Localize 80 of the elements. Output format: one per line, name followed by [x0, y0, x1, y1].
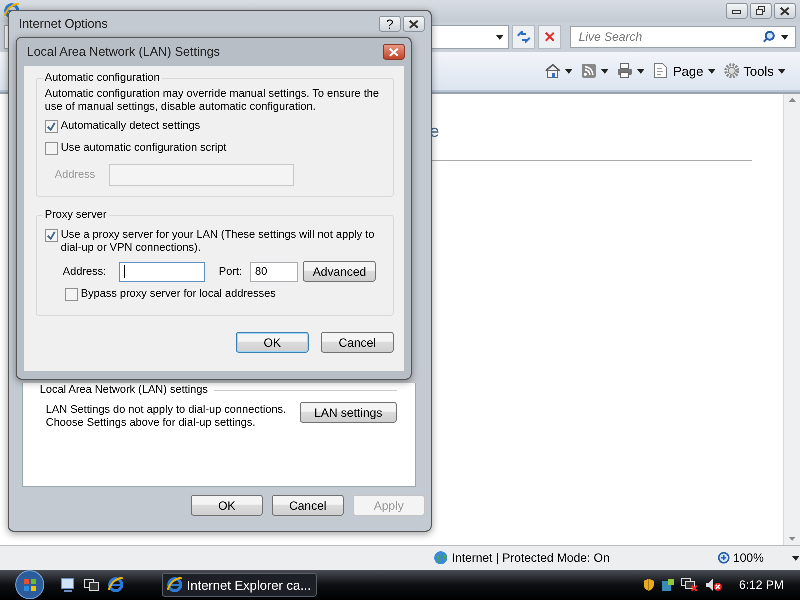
windows-icon[interactable]: [84, 577, 100, 593]
checkbox-label: Automatically detect settings: [61, 120, 200, 133]
page-menu-button[interactable]: Page: [653, 63, 716, 79]
close-button[interactable]: [383, 44, 405, 60]
taskbar-button[interactable]: Internet Explorer ca...: [162, 573, 317, 597]
refresh-button[interactable]: [512, 25, 535, 49]
close-icon: [409, 20, 419, 28]
restore-icon: [756, 6, 766, 16]
caret-icon: [778, 68, 786, 74]
checkbox[interactable]: [45, 142, 58, 155]
tools-menu-button[interactable]: Tools: [724, 63, 786, 79]
speaker-muted-icon[interactable]: [705, 578, 724, 592]
zoom-icon: [718, 552, 732, 564]
group-heading: Automatic configuration: [44, 72, 161, 84]
feed-icon: [581, 63, 598, 79]
tray-app-icon[interactable]: [661, 578, 676, 592]
zoom-button[interactable]: 100%: [718, 551, 764, 565]
dialog-title: Local Area Network (LAN) Settings: [27, 45, 220, 59]
advanced-button[interactable]: Advanced: [303, 261, 376, 282]
address-field[interactable]: [119, 262, 205, 282]
caret-icon: [565, 68, 574, 74]
scroll-up-icon[interactable]: [788, 98, 796, 102]
dialog-button[interactable]: Cancel: [272, 495, 344, 516]
field-label: Address:: [63, 266, 108, 278]
start-button-icon[interactable]: [15, 570, 45, 600]
checkbox[interactable]: [45, 229, 58, 242]
checkbox-label: Use automatic configuration script: [61, 142, 227, 155]
page-icon: [653, 63, 670, 79]
shield-icon[interactable]: [643, 578, 656, 592]
field-label: Port:: [219, 266, 242, 278]
group-heading: Local Area Network (LAN) settings: [40, 384, 208, 396]
stop-button[interactable]: [538, 25, 561, 49]
caret-icon[interactable]: [792, 556, 800, 560]
scroll-bar[interactable]: [783, 94, 800, 545]
printer-icon: [617, 63, 634, 79]
stop-icon: [544, 32, 554, 42]
search-icon: [763, 31, 775, 43]
refresh-icon: [516, 31, 530, 43]
home-icon: [545, 63, 562, 79]
dialog-button[interactable]: Cancel: [321, 332, 394, 353]
checkmark-icon: [47, 122, 56, 131]
field-label: Address: [55, 169, 96, 181]
caret-icon: [496, 34, 504, 40]
dialog-button[interactable]: OK: [236, 332, 309, 353]
group-heading: Proxy server: [44, 209, 108, 221]
caret-icon: [601, 68, 610, 74]
port-field[interactable]: 80: [250, 262, 298, 282]
minimize-button[interactable]: [726, 3, 748, 19]
search-field[interactable]: Live Search: [570, 26, 796, 48]
caret-icon: [708, 68, 716, 74]
help-button[interactable]: ?: [379, 16, 401, 32]
lan-note-text: LAN Settings do not apply to dial-up connections. Choose Settings above for dial-up settings.: [46, 404, 286, 430]
checkmark-icon: [47, 231, 56, 240]
checkbox-label: Use a proxy server for your LAN (These settings will not apply to dial-up or VPN connections).: [61, 229, 376, 255]
close-button[interactable]: [774, 3, 796, 19]
caret-icon: [637, 68, 646, 74]
gear-icon: [724, 63, 740, 79]
checkbox[interactable]: [45, 120, 58, 133]
checkbox[interactable]: [65, 288, 78, 301]
desktop-icon[interactable]: [60, 577, 76, 593]
printer-button[interactable]: [617, 63, 646, 79]
close-button[interactable]: [403, 16, 425, 32]
lan-settings-button[interactable]: LAN settings: [300, 402, 397, 423]
dialog-title: Internet Options: [19, 17, 108, 31]
scroll-down-icon[interactable]: [788, 537, 796, 541]
clock-text[interactable]: 6:12 PM: [739, 578, 784, 592]
description-text: Automatic configuration may override manual settings. To ensure the use of manual settings, disable automatic configuration.: [45, 88, 380, 114]
checkbox-label: Bypass proxy server for local addresses: [81, 288, 276, 301]
status-text: Internet | Protected Mode: On: [452, 551, 610, 565]
caret-icon[interactable]: [781, 34, 789, 40]
restore-button[interactable]: [750, 3, 772, 19]
globe-icon: [434, 551, 448, 565]
dialog-button[interactable]: OK: [191, 495, 263, 516]
close-icon: [780, 6, 790, 16]
network-error-icon[interactable]: [681, 578, 700, 592]
feed-button[interactable]: [581, 63, 610, 79]
browser-logo-icon: [167, 577, 183, 593]
home-button[interactable]: [545, 63, 574, 79]
close-icon: [389, 48, 399, 56]
browser-logo-icon[interactable]: [108, 577, 124, 593]
